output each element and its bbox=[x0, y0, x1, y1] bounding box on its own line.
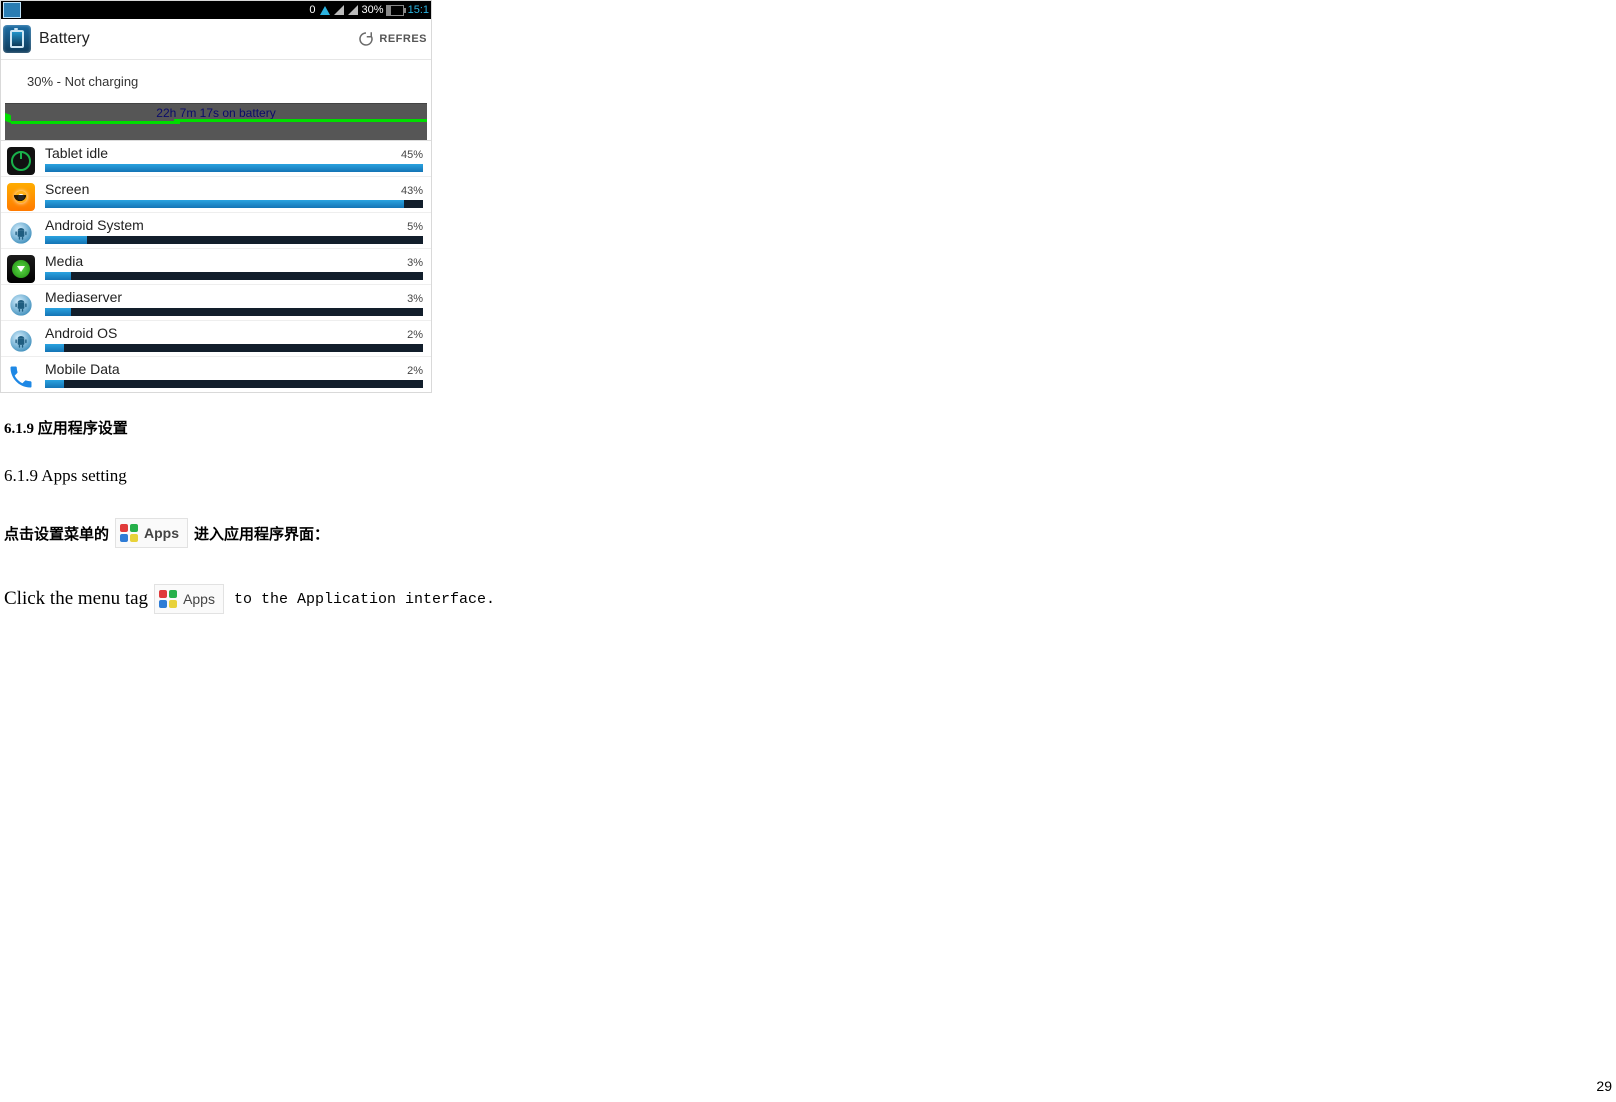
download-icon bbox=[7, 255, 35, 283]
usage-name: Tablet idle bbox=[45, 145, 401, 161]
usage-percent: 45% bbox=[401, 149, 423, 161]
usage-row-mediaserver[interactable]: Mediaserver 3% bbox=[1, 284, 431, 320]
instruction-en-post: to the Application interface. bbox=[234, 591, 495, 608]
instruction-en-pre: Click the menu tag bbox=[4, 588, 148, 610]
status-time: 15:1 bbox=[408, 4, 429, 16]
signal-icon bbox=[334, 5, 344, 15]
battery-app-icon bbox=[3, 25, 31, 53]
usage-name: Mobile Data bbox=[45, 361, 407, 377]
apps-menu-tag: Apps bbox=[115, 518, 188, 548]
refresh-label: REFRES bbox=[379, 33, 427, 45]
android-icon bbox=[7, 327, 35, 355]
usage-percent: 3% bbox=[407, 257, 423, 269]
page-number: 29 bbox=[1596, 1078, 1612, 1094]
battery-usage-list: Tablet idle 45% Screen 43% bbox=[1, 140, 431, 392]
usage-bar bbox=[45, 344, 423, 352]
usage-name: Android System bbox=[45, 217, 407, 233]
usage-row-android-system[interactable]: Android System 5% bbox=[1, 212, 431, 248]
instruction-zh-post: 进入应用程序界面： bbox=[194, 523, 329, 544]
instruction-en: Click the menu tag Apps to the Applicati… bbox=[4, 584, 1616, 614]
section-heading-en: 6.1.9 Apps setting bbox=[4, 466, 1616, 486]
section-heading-zh: 6.1.9 应用程序设置 bbox=[4, 417, 1616, 438]
apps-label: Apps bbox=[183, 591, 215, 607]
brightness-icon bbox=[7, 183, 35, 211]
refresh-button[interactable]: REFRES bbox=[357, 30, 431, 48]
usage-percent: 3% bbox=[407, 293, 423, 305]
usage-row-mobile-data[interactable]: Mobile Data 2% bbox=[1, 356, 431, 392]
instruction-zh: 点击设置菜单的 Apps 进入应用程序界面： bbox=[4, 518, 1616, 548]
wifi-icon bbox=[320, 6, 330, 15]
usage-percent: 5% bbox=[407, 221, 423, 233]
usage-name: Media bbox=[45, 253, 407, 269]
android-icon bbox=[7, 219, 35, 247]
battery-graph[interactable]: 22h 7m 17s on battery bbox=[5, 103, 427, 140]
usage-percent: 2% bbox=[407, 329, 423, 341]
document-body: 6.1.9 应用程序设置 6.1.9 Apps setting 点击设置菜单的 … bbox=[4, 417, 1616, 614]
battery-percent-label: 30% bbox=[362, 4, 384, 16]
usage-bar bbox=[45, 308, 423, 316]
screen-title: Battery bbox=[39, 30, 357, 48]
usage-row-media[interactable]: Media 3% bbox=[1, 248, 431, 284]
usage-bar bbox=[45, 200, 423, 208]
phone-icon bbox=[7, 363, 35, 391]
battery-status: 30% - Not charging bbox=[1, 60, 431, 103]
android-battery-screenshot: 0 30% 15:1 Battery REFRES 30% - Not char… bbox=[0, 0, 432, 393]
battery-icon bbox=[386, 5, 404, 16]
usage-bar bbox=[45, 272, 423, 280]
usage-bar bbox=[45, 236, 423, 244]
bluetooth-indicator: 0 bbox=[309, 4, 315, 16]
status-bar: 0 30% 15:1 bbox=[1, 1, 431, 19]
android-icon bbox=[7, 291, 35, 319]
bluetooth-count: 0 bbox=[309, 4, 315, 16]
usage-percent: 2% bbox=[407, 365, 423, 377]
refresh-icon bbox=[357, 30, 375, 48]
usage-name: Screen bbox=[45, 181, 401, 197]
signal-icon-2 bbox=[348, 5, 358, 15]
power-icon bbox=[7, 147, 35, 175]
usage-row-tablet-idle[interactable]: Tablet idle 45% bbox=[1, 140, 431, 176]
usage-name: Android OS bbox=[45, 325, 407, 341]
apps-menu-tag: Apps bbox=[154, 584, 224, 614]
notification-icon bbox=[3, 2, 21, 18]
usage-row-android-os[interactable]: Android OS 2% bbox=[1, 320, 431, 356]
usage-row-screen[interactable]: Screen 43% bbox=[1, 176, 431, 212]
usage-bar bbox=[45, 380, 423, 388]
battery-header: Battery REFRES bbox=[1, 19, 431, 60]
usage-bar bbox=[45, 164, 423, 172]
instruction-zh-pre: 点击设置菜单的 bbox=[4, 523, 109, 544]
usage-percent: 43% bbox=[401, 185, 423, 197]
usage-name: Mediaserver bbox=[45, 289, 407, 305]
apps-grid-icon bbox=[157, 588, 179, 610]
apps-grid-icon bbox=[118, 522, 140, 544]
apps-label: Apps bbox=[144, 525, 179, 541]
